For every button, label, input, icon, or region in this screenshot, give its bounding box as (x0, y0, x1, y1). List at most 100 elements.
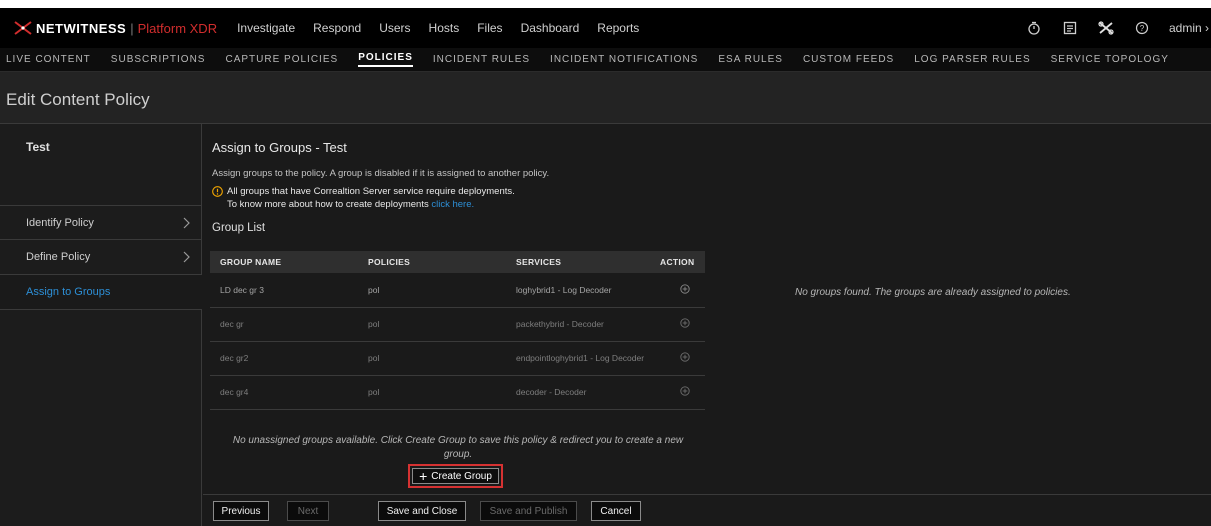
cell-group-name: LD dec gr 3 (210, 273, 358, 308)
tab-service-topology[interactable]: SERVICE TOPOLOGY (1051, 54, 1169, 65)
warning-icon (212, 186, 223, 197)
brand-name: NETWITNESS (36, 20, 127, 36)
cell-group-name: dec gr4 (210, 375, 358, 410)
nav-users[interactable]: Users (379, 21, 410, 35)
previous-button[interactable]: Previous (213, 501, 269, 521)
plus-icon: + (419, 468, 428, 484)
brand-separator: | (130, 20, 134, 36)
column-policies[interactable]: POLICIES (358, 251, 506, 273)
tab-incident-notifications[interactable]: INCIDENT NOTIFICATIONS (550, 54, 698, 65)
deployment-warning: All groups that have Correaltion Server … (212, 186, 515, 197)
section-description: Assign groups to the policy. A group is … (212, 168, 550, 179)
message-line-2: group. (443, 449, 473, 460)
top-navigation-bar: NETWITNESS | Platform XDR Investigate Re… (0, 8, 1211, 48)
checklist-icon[interactable] (1055, 8, 1085, 48)
cell-group-name: dec gr (210, 307, 358, 342)
wizard-footer: Previous Next Save and Close Save and Pu… (203, 494, 1211, 526)
cell-policies: pol (358, 273, 506, 308)
group-list-title: Group List (212, 222, 266, 234)
no-unassigned-groups-message: No unassigned groups available. Click Cr… (203, 434, 713, 462)
tab-esa-rules[interactable]: ESA RULES (718, 54, 783, 65)
create-group-highlight: + Create Group (408, 464, 503, 488)
nav-dashboard[interactable]: Dashboard (521, 21, 580, 35)
click-here-link[interactable]: click here. (431, 199, 474, 210)
cell-action (654, 375, 705, 410)
cell-action (654, 307, 705, 342)
wizard-steps-panel: Test Identify Policy Define Policy Assig… (0, 124, 202, 526)
tab-subscriptions[interactable]: SUBSCRIPTIONS (111, 54, 206, 65)
save-and-publish-button[interactable]: Save and Publish (480, 501, 577, 521)
tab-log-parser-rules[interactable]: LOG PARSER RULES (914, 54, 1030, 65)
chevron-right-icon (183, 217, 190, 229)
add-circle-icon[interactable] (680, 386, 690, 396)
save-and-close-button[interactable]: Save and Close (378, 501, 466, 521)
nav-files[interactable]: Files (477, 21, 502, 35)
svg-text:?: ? (1140, 24, 1145, 33)
column-action: ACTION (654, 251, 705, 273)
main-nav: Investigate Respond Users Hosts Files Da… (237, 21, 657, 35)
create-group-label: Create Group (431, 470, 492, 482)
user-menu[interactable]: admin › (1169, 21, 1209, 35)
step-assign-to-groups[interactable]: Assign to Groups (0, 275, 202, 310)
column-group-name[interactable]: GROUP NAME (210, 251, 358, 273)
tools-icon[interactable] (1091, 8, 1121, 48)
table-row: dec gr4 pol decoder - Decoder (210, 375, 705, 410)
tab-custom-feeds[interactable]: CUSTOM FEEDS (803, 54, 894, 65)
message-line-1: No unassigned groups available. Click Cr… (232, 435, 684, 446)
table-row: LD dec gr 3 pol loghybrid1 - Log Decoder (210, 273, 705, 308)
page-title: Edit Content Policy (6, 90, 150, 109)
add-circle-icon[interactable] (680, 318, 690, 328)
step-define-policy[interactable]: Define Policy (0, 240, 202, 275)
nav-investigate[interactable]: Investigate (237, 21, 295, 35)
cell-services: loghybrid1 - Log Decoder (506, 273, 654, 308)
cell-action (654, 273, 705, 308)
add-circle-icon[interactable] (680, 284, 690, 294)
warning-text: All groups that have Correaltion Server … (227, 186, 515, 197)
sub-navigation-bar: LIVE CONTENT SUBSCRIPTIONS CAPTURE POLIC… (0, 48, 1211, 72)
cell-services: endpointloghybrid1 - Log Decoder (506, 341, 654, 376)
add-circle-icon[interactable] (680, 352, 690, 362)
app-window: NETWITNESS | Platform XDR Investigate Re… (0, 8, 1211, 526)
create-group-button[interactable]: + Create Group (412, 468, 499, 484)
nav-reports[interactable]: Reports (597, 21, 639, 35)
cell-services: packethybrid - Decoder (506, 307, 654, 342)
next-button[interactable]: Next (287, 501, 329, 521)
step-label: Assign to Groups (26, 286, 111, 298)
table-header-row: GROUP NAME POLICIES SERVICES ACTION (210, 251, 705, 273)
chevron-right-icon (183, 251, 190, 263)
assign-groups-content: Assign to Groups - Test Assign groups to… (203, 124, 1211, 494)
table-row: dec gr pol packethybrid - Decoder (210, 307, 705, 342)
tab-live-content[interactable]: LIVE CONTENT (6, 54, 91, 65)
tab-policies[interactable]: POLICIES (358, 52, 413, 67)
step-label: Identify Policy (26, 216, 94, 229)
brand-product: Platform XDR (137, 20, 218, 36)
tab-capture-policies[interactable]: CAPTURE POLICIES (225, 54, 338, 65)
step-identify-policy[interactable]: Identify Policy (0, 205, 202, 240)
group-list-table: GROUP NAME POLICIES SERVICES ACTION LD d… (210, 251, 705, 410)
cell-action (654, 341, 705, 376)
page-header: Edit Content Policy (0, 72, 1211, 124)
section-title: Assign to Groups - Test (212, 140, 347, 155)
top-right-tools: ? admin › (1019, 8, 1211, 48)
cell-group-name: dec gr2 (210, 341, 358, 376)
netwitness-logo-icon (14, 21, 32, 35)
nav-respond[interactable]: Respond (313, 21, 361, 35)
timer-icon[interactable] (1019, 8, 1049, 48)
help-icon[interactable]: ? (1127, 8, 1157, 48)
chevron-right-icon: › (1205, 21, 1209, 35)
user-name: admin (1168, 21, 1202, 35)
table-row: dec gr2 pol endpointloghybrid1 - Log Dec… (210, 341, 705, 376)
no-groups-found-message: No groups found. The groups are already … (795, 287, 1071, 298)
column-services[interactable]: SERVICES (506, 251, 654, 273)
policy-name: Test (26, 140, 50, 154)
cell-services: decoder - Decoder (506, 375, 654, 410)
tab-incident-rules[interactable]: INCIDENT RULES (433, 54, 530, 65)
cell-policies: pol (358, 375, 506, 410)
step-label: Define Policy (26, 251, 91, 263)
cell-policies: pol (358, 307, 506, 342)
help-text: To know more about how to create deploym… (227, 199, 429, 210)
cancel-button[interactable]: Cancel (591, 501, 641, 521)
nav-hosts[interactable]: Hosts (429, 21, 460, 35)
brand-logo[interactable]: NETWITNESS | Platform XDR (0, 8, 217, 48)
cell-policies: pol (358, 341, 506, 376)
